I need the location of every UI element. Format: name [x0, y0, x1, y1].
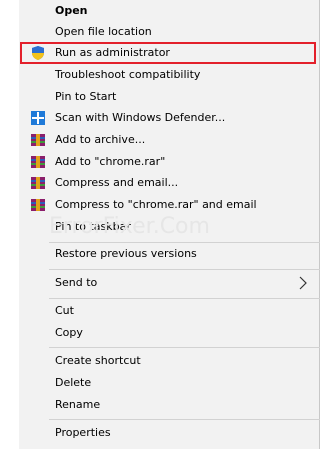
- menu-item-label: Open file location: [55, 25, 152, 38]
- menu-item-add-to-archive[interactable]: Add to archive...: [19, 129, 320, 151]
- highlight-box: [20, 42, 316, 64]
- menu-item-restore-previous-versions[interactable]: Restore previous versions: [19, 243, 320, 265]
- menu-separator: [49, 269, 320, 270]
- menu-item-send-to[interactable]: Send to: [19, 272, 320, 294]
- menu-item-label: Restore previous versions: [55, 247, 197, 260]
- menu-item-cut[interactable]: Cut: [19, 300, 320, 322]
- winrar-icon: [30, 154, 46, 170]
- menu-item-compress-to-chrome-rar-and-email[interactable]: Compress to "chrome.rar" and email: [19, 194, 320, 216]
- menu-item-label: Scan with Windows Defender...: [55, 111, 226, 124]
- menu-item-compress-and-email[interactable]: Compress and email...: [19, 172, 320, 194]
- menu-separator: [49, 419, 320, 420]
- menu-item-open[interactable]: Open: [19, 0, 320, 22]
- menu-separator: [49, 298, 320, 299]
- winrar-icon: [30, 175, 46, 191]
- menu-item-scan-windows-defender[interactable]: Scan with Windows Defender...: [19, 107, 320, 129]
- menu-item-pin-to-start[interactable]: Pin to Start: [19, 86, 320, 108]
- menu-item-label: Cut: [55, 304, 74, 317]
- menu-item-delete[interactable]: Delete: [19, 372, 320, 394]
- menu-item-label: Copy: [55, 326, 83, 339]
- menu-item-label: Add to archive...: [55, 133, 146, 146]
- menu-item-label: Compress and email...: [55, 176, 179, 189]
- menu-item-label: Create shortcut: [55, 354, 141, 367]
- winrar-icon: [30, 132, 46, 148]
- menu-item-label: Properties: [55, 426, 111, 439]
- chevron-right-icon: [296, 276, 310, 290]
- menu-item-create-shortcut[interactable]: Create shortcut: [19, 350, 320, 372]
- watermark: ErrorFixer.Com: [49, 214, 210, 239]
- windows-defender-icon: [30, 110, 46, 126]
- menu-item-label: Pin to Start: [55, 90, 117, 103]
- menu-item-open-file-location[interactable]: Open file location: [19, 21, 320, 43]
- menu-item-label: Rename: [55, 398, 101, 411]
- menu-item-label: Send to: [55, 276, 98, 289]
- menu-item-label: Delete: [55, 376, 92, 389]
- menu-item-properties[interactable]: Properties: [19, 422, 320, 444]
- winrar-icon: [30, 197, 46, 213]
- menu-item-troubleshoot-compatibility[interactable]: Troubleshoot compatibility: [19, 64, 320, 86]
- menu-item-rename[interactable]: Rename: [19, 394, 320, 416]
- menu-separator: [49, 347, 320, 348]
- menu-item-label: Open: [55, 4, 88, 17]
- menu-item-label: Add to "chrome.rar": [55, 155, 166, 168]
- menu-item-label: Compress to "chrome.rar" and email: [55, 198, 257, 211]
- menu-item-label: Troubleshoot compatibility: [55, 68, 201, 81]
- menu-item-add-to-chrome-rar[interactable]: Add to "chrome.rar": [19, 151, 320, 173]
- menu-item-copy[interactable]: Copy: [19, 322, 320, 344]
